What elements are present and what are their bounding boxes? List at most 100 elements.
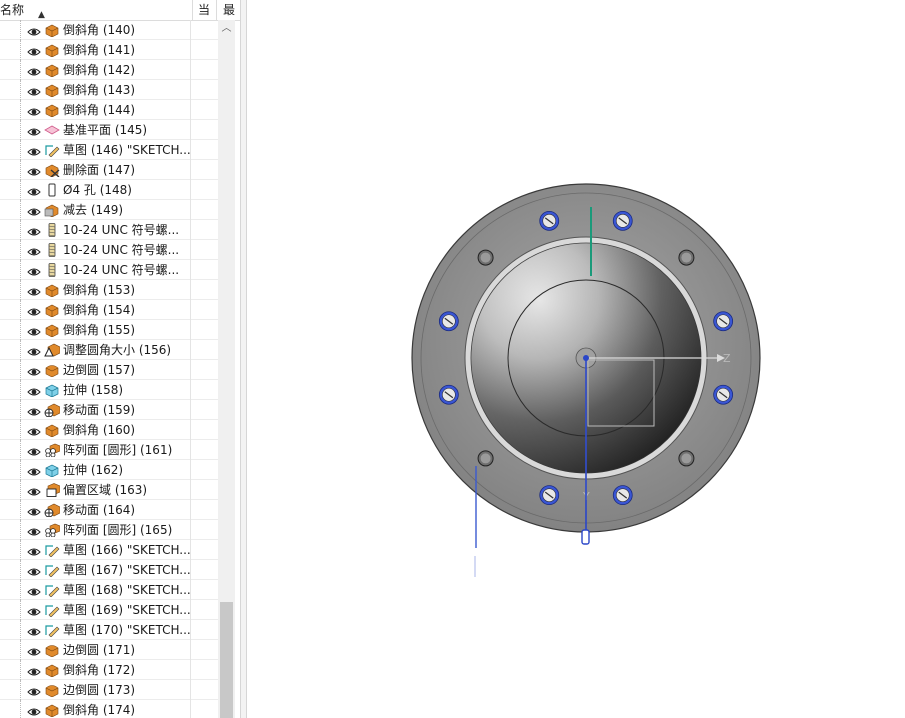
eye-visibility-icon[interactable]: [27, 24, 41, 36]
tree-row[interactable]: 基准平面 (145): [0, 120, 218, 140]
tree-row[interactable]: 边倒圆 (171): [0, 640, 218, 660]
eye-visibility-icon[interactable]: [27, 444, 41, 456]
plain-hole[interactable]: [678, 450, 695, 467]
tree-row[interactable]: 倒斜角 (141): [0, 40, 218, 60]
pane-splitter[interactable]: [240, 0, 247, 718]
scrollbar-thumb[interactable]: [220, 602, 233, 718]
eye-visibility-icon[interactable]: [27, 464, 41, 476]
tree-row[interactable]: 倒斜角 (154): [0, 300, 218, 320]
eye-visibility-icon[interactable]: [27, 424, 41, 436]
eye-visibility-icon[interactable]: [27, 344, 41, 356]
datum-plane-icon: [44, 123, 60, 137]
tree-row[interactable]: 阵列面 [圆形] (161): [0, 440, 218, 460]
tree-row[interactable]: 倒斜角 (140): [0, 20, 218, 40]
datum-handle[interactable]: [581, 529, 590, 545]
model-view[interactable]: Z Y: [247, 0, 905, 718]
tree-row[interactable]: 倒斜角 (153): [0, 280, 218, 300]
navigator-header: 名称 ▲ 当 最: [0, 0, 240, 21]
eye-visibility-icon[interactable]: [27, 224, 41, 236]
eye-visibility-icon[interactable]: [27, 524, 41, 536]
eye-visibility-icon[interactable]: [27, 164, 41, 176]
tree-row[interactable]: 草图 (166) "SKETCH...: [0, 540, 218, 560]
column-header-current[interactable]: 当: [192, 0, 215, 20]
eye-visibility-icon[interactable]: [27, 384, 41, 396]
eye-visibility-icon[interactable]: [27, 704, 41, 716]
tree-row[interactable]: 移动面 (164): [0, 500, 218, 520]
tree-row[interactable]: 10-24 UNC 符号螺...: [0, 240, 218, 260]
plain-hole[interactable]: [678, 249, 695, 266]
origin-point[interactable]: [583, 355, 589, 361]
eye-visibility-icon[interactable]: [27, 484, 41, 496]
eye-visibility-icon[interactable]: [27, 664, 41, 676]
threaded-hole[interactable]: [438, 311, 459, 332]
eye-visibility-icon[interactable]: [27, 144, 41, 156]
column-header-latest[interactable]: 最: [216, 0, 240, 20]
tree-row[interactable]: 草图 (170) "SKETCH...: [0, 620, 218, 640]
threaded-hole[interactable]: [612, 210, 633, 231]
threaded-hole[interactable]: [438, 384, 459, 405]
threaded-hole[interactable]: [612, 485, 633, 506]
tree-row[interactable]: 倒斜角 (155): [0, 320, 218, 340]
tree-row[interactable]: 草图 (169) "SKETCH...: [0, 600, 218, 620]
eye-visibility-icon[interactable]: [27, 204, 41, 216]
eye-visibility-icon[interactable]: [27, 64, 41, 76]
eye-visibility-icon[interactable]: [27, 184, 41, 196]
eye-visibility-icon[interactable]: [27, 564, 41, 576]
plain-hole[interactable]: [477, 249, 494, 266]
eye-visibility-icon[interactable]: [27, 124, 41, 136]
eye-visibility-icon[interactable]: [27, 364, 41, 376]
tree-row[interactable]: 拉伸 (162): [0, 460, 218, 480]
tree-guide-line: [20, 420, 21, 440]
eye-visibility-icon[interactable]: [27, 324, 41, 336]
eye-visibility-icon[interactable]: [27, 84, 41, 96]
eye-visibility-icon[interactable]: [27, 404, 41, 416]
tree-row[interactable]: 阵列面 [圆形] (165): [0, 520, 218, 540]
threaded-hole[interactable]: [713, 384, 734, 405]
tree-row[interactable]: Ø4 孔 (148): [0, 180, 218, 200]
plain-hole[interactable]: [477, 450, 494, 467]
eye-visibility-icon[interactable]: [27, 284, 41, 296]
eye-visibility-icon[interactable]: [27, 304, 41, 316]
tree-row[interactable]: 拉伸 (158): [0, 380, 218, 400]
threaded-hole[interactable]: [539, 485, 560, 506]
eye-visibility-icon[interactable]: [27, 504, 41, 516]
eye-visibility-icon[interactable]: [27, 44, 41, 56]
chamfer-icon: [44, 103, 60, 118]
tree-row[interactable]: 草图 (167) "SKETCH...: [0, 560, 218, 580]
eye-visibility-icon[interactable]: [27, 544, 41, 556]
graphics-viewport[interactable]: Z Y: [247, 0, 905, 718]
tree-guide-line: [20, 700, 21, 718]
eye-visibility-icon[interactable]: [27, 104, 41, 116]
eye-visibility-icon[interactable]: [27, 684, 41, 696]
eye-visibility-icon[interactable]: [27, 604, 41, 616]
offset-region-icon: [44, 483, 61, 497]
eye-visibility-icon[interactable]: [27, 244, 41, 256]
tree-row[interactable]: 移动面 (159): [0, 400, 218, 420]
tree-row[interactable]: 草图 (146) "SKETCH...: [0, 140, 218, 160]
tree-row[interactable]: 倒斜角 (160): [0, 420, 218, 440]
tree-scrollbar[interactable]: ︿: [218, 20, 235, 718]
threaded-hole[interactable]: [539, 210, 560, 231]
eye-visibility-icon[interactable]: [27, 264, 41, 276]
threaded-hole[interactable]: [713, 311, 734, 332]
tree-row[interactable]: 调整圆角大小 (156): [0, 340, 218, 360]
tree-row[interactable]: 草图 (168) "SKETCH...: [0, 580, 218, 600]
column-header-name[interactable]: 名称 ▲: [0, 0, 190, 20]
tree-row[interactable]: 删除面 (147): [0, 160, 218, 180]
tree-row[interactable]: 倒斜角 (174): [0, 700, 218, 718]
eye-visibility-icon[interactable]: [27, 584, 41, 596]
tree-row[interactable]: 倒斜角 (142): [0, 60, 218, 80]
tree-row[interactable]: 倒斜角 (143): [0, 80, 218, 100]
tree-row[interactable]: 倒斜角 (144): [0, 100, 218, 120]
tree-row[interactable]: 边倒圆 (173): [0, 680, 218, 700]
eye-visibility-icon[interactable]: [27, 624, 41, 636]
tree-row[interactable]: 倒斜角 (172): [0, 660, 218, 680]
eye-visibility-icon[interactable]: [27, 644, 41, 656]
tree-row[interactable]: 10-24 UNC 符号螺...: [0, 220, 218, 240]
tree-row[interactable]: 10-24 UNC 符号螺...: [0, 260, 218, 280]
scroll-up-arrow-icon[interactable]: ︿: [218, 20, 235, 37]
extrude-icon: [44, 463, 60, 478]
tree-row[interactable]: 边倒圆 (157): [0, 360, 218, 380]
tree-row[interactable]: 偏置区域 (163): [0, 480, 218, 500]
tree-row[interactable]: 减去 (149): [0, 200, 218, 220]
